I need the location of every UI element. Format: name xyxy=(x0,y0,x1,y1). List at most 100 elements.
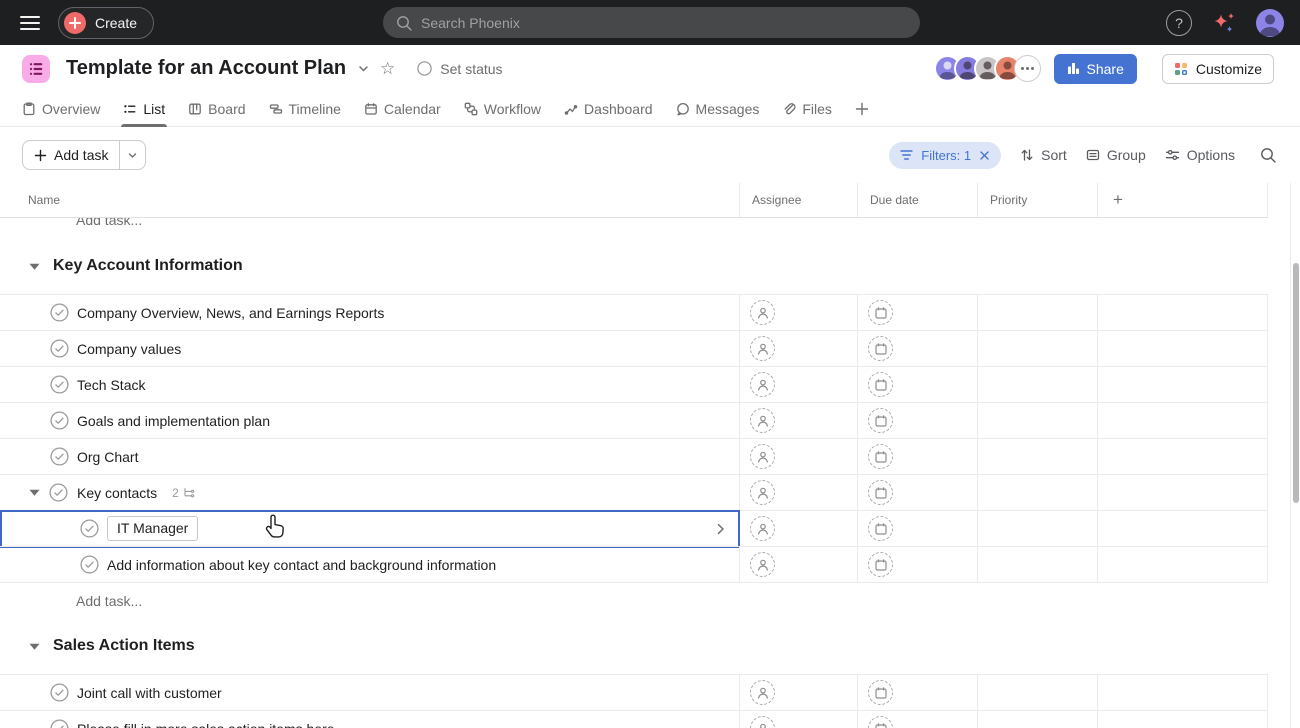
due-date-empty[interactable] xyxy=(868,680,893,705)
task-row[interactable]: Company Overview, News, and Earnings Rep… xyxy=(0,294,1268,330)
due-date-empty[interactable] xyxy=(868,716,893,728)
help-button[interactable]: ? xyxy=(1166,10,1192,36)
assignee-empty[interactable] xyxy=(750,516,775,541)
task-row[interactable]: Joint call with customer xyxy=(0,674,1268,710)
task-name[interactable]: Org Chart xyxy=(77,449,138,465)
section-title[interactable]: Key Account Information xyxy=(53,257,243,275)
priority-cell[interactable] xyxy=(978,331,1098,366)
filters-chip[interactable]: Filters: 1 xyxy=(889,142,1001,169)
tab-dashboard[interactable]: Dashboard xyxy=(564,92,653,126)
assignee-empty[interactable] xyxy=(750,716,775,728)
list-search-button[interactable] xyxy=(1260,147,1276,163)
favorite-star-icon[interactable]: ☆ xyxy=(380,60,395,77)
complete-check-icon[interactable] xyxy=(50,303,69,322)
complete-check-icon[interactable] xyxy=(50,447,69,466)
due-date-empty[interactable] xyxy=(868,408,893,433)
tab-timeline[interactable]: Timeline xyxy=(269,92,341,126)
add-task-button[interactable]: Add task xyxy=(23,141,119,169)
task-name[interactable]: Company values xyxy=(77,341,181,357)
global-search-input[interactable]: Search Phoenix xyxy=(383,7,920,38)
user-avatar[interactable] xyxy=(1256,9,1284,37)
tab-messages[interactable]: Messages xyxy=(676,92,760,126)
collapse-triangle-icon[interactable] xyxy=(29,642,40,651)
task-name[interactable]: Joint call with customer xyxy=(77,685,222,701)
task-name[interactable]: Please fill in more sales action items h… xyxy=(77,721,335,728)
scrollbar-thumb[interactable] xyxy=(1293,263,1299,503)
create-button[interactable]: Create xyxy=(58,7,154,39)
more-members-button[interactable] xyxy=(1014,55,1041,82)
tab-board[interactable]: Board xyxy=(188,92,245,126)
add-task-row[interactable]: Add task... xyxy=(0,582,1268,618)
customize-button[interactable]: Customize xyxy=(1162,54,1274,84)
priority-cell[interactable] xyxy=(978,295,1098,330)
priority-cell[interactable] xyxy=(978,367,1098,402)
assignee-empty[interactable] xyxy=(750,444,775,469)
priority-cell[interactable] xyxy=(978,475,1098,510)
task-name-input[interactable]: IT Manager xyxy=(107,516,198,541)
task-row[interactable]: Tech Stack xyxy=(0,366,1268,402)
due-date-empty[interactable] xyxy=(868,552,893,577)
options-button[interactable]: Options xyxy=(1165,147,1235,163)
clear-filters-icon[interactable] xyxy=(979,150,990,161)
complete-check-icon[interactable] xyxy=(80,519,99,538)
due-date-empty[interactable] xyxy=(868,444,893,469)
priority-cell[interactable] xyxy=(978,547,1098,582)
complete-check-icon[interactable] xyxy=(50,411,69,430)
tab-workflow[interactable]: Workflow xyxy=(464,92,541,126)
column-header-priority[interactable]: Priority xyxy=(978,183,1098,217)
complete-check-icon[interactable] xyxy=(50,375,69,394)
add-view-button[interactable] xyxy=(855,92,869,126)
subtask-row-selected[interactable]: IT Manager xyxy=(0,510,1268,546)
column-header-assignee[interactable]: Assignee xyxy=(740,183,858,217)
complete-check-icon[interactable] xyxy=(50,339,69,358)
priority-cell[interactable] xyxy=(978,511,1098,546)
assignee-empty[interactable] xyxy=(750,372,775,397)
task-name[interactable]: Add information about key contact and ba… xyxy=(107,557,496,573)
open-detail-chevron-icon[interactable] xyxy=(714,522,727,535)
share-button[interactable]: Share xyxy=(1054,54,1137,84)
due-date-empty[interactable] xyxy=(868,336,893,361)
task-name[interactable]: Tech Stack xyxy=(77,377,145,393)
set-status-button[interactable]: Set status xyxy=(417,61,502,77)
add-task-row[interactable]: Add task... xyxy=(0,218,1268,238)
priority-cell[interactable] xyxy=(978,439,1098,474)
column-header-due-date[interactable]: Due date xyxy=(858,183,978,217)
add-task-dropdown[interactable] xyxy=(119,141,145,169)
task-name[interactable]: Company Overview, News, and Earnings Rep… xyxy=(77,305,384,321)
assignee-empty[interactable] xyxy=(750,336,775,361)
task-row[interactable]: Please fill in more sales action items h… xyxy=(0,710,1268,728)
due-date-empty[interactable] xyxy=(868,372,893,397)
tab-overview[interactable]: Overview xyxy=(22,92,100,126)
complete-check-icon[interactable] xyxy=(80,555,99,574)
column-header-name[interactable]: Name xyxy=(0,183,740,217)
ai-sparkles-icon[interactable] xyxy=(1211,10,1237,36)
assignee-empty[interactable] xyxy=(750,300,775,325)
menu-icon[interactable] xyxy=(19,14,41,32)
task-row[interactable]: Company values xyxy=(0,330,1268,366)
subtask-row[interactable]: Add information about key contact and ba… xyxy=(0,546,1268,582)
title-chevron-down-icon[interactable] xyxy=(357,62,370,75)
group-button[interactable]: Group xyxy=(1086,147,1146,163)
assignee-empty[interactable] xyxy=(750,480,775,505)
collapse-triangle-icon[interactable] xyxy=(29,262,40,271)
due-date-empty[interactable] xyxy=(868,516,893,541)
assignee-empty[interactable] xyxy=(750,408,775,433)
priority-cell[interactable] xyxy=(978,675,1098,710)
assignee-empty[interactable] xyxy=(750,552,775,577)
tab-calendar[interactable]: Calendar xyxy=(364,92,441,126)
expand-triangle-icon[interactable] xyxy=(29,488,40,497)
priority-cell[interactable] xyxy=(978,403,1098,438)
task-row[interactable]: Goals and implementation plan xyxy=(0,402,1268,438)
assignee-empty[interactable] xyxy=(750,680,775,705)
project-icon[interactable] xyxy=(22,55,50,83)
sort-button[interactable]: Sort xyxy=(1020,147,1067,163)
complete-check-icon[interactable] xyxy=(49,483,68,502)
due-date-empty[interactable] xyxy=(868,300,893,325)
add-column-button[interactable]: + xyxy=(1098,183,1268,217)
task-row[interactable]: Org Chart xyxy=(0,438,1268,474)
task-name[interactable]: Goals and implementation plan xyxy=(77,413,270,429)
task-row-key-contacts[interactable]: Key contacts 2 xyxy=(0,474,1268,510)
tab-files[interactable]: Files xyxy=(782,92,832,126)
section-title[interactable]: Sales Action Items xyxy=(53,637,195,655)
complete-check-icon[interactable] xyxy=(50,683,69,702)
